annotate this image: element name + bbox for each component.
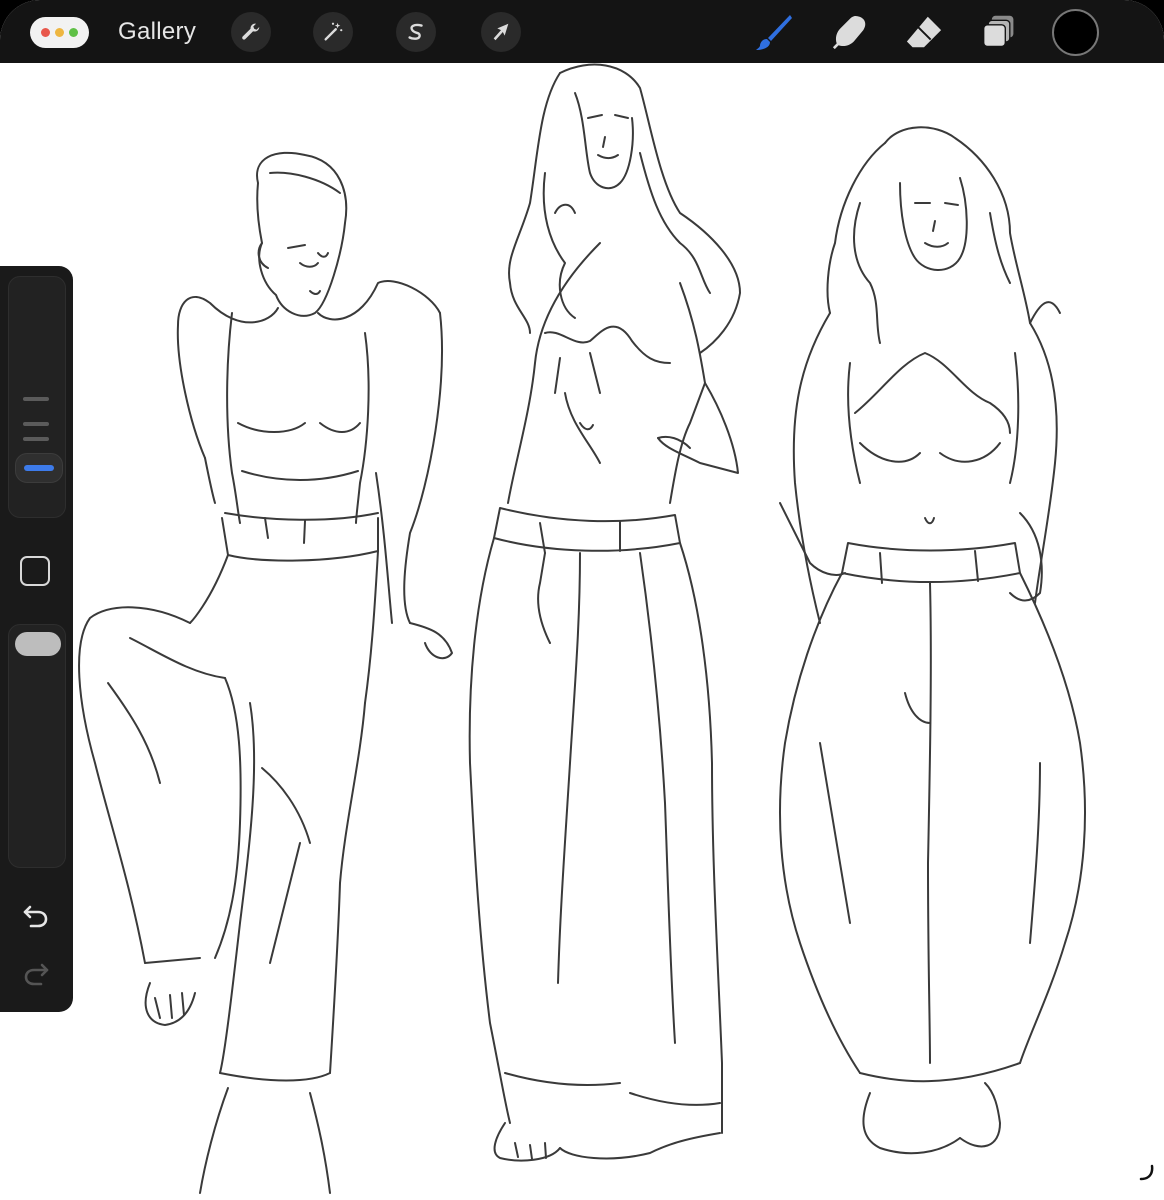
- layers-button[interactable]: [977, 10, 1021, 54]
- drawing-canvas[interactable]: [0, 63, 1164, 1200]
- smudge-button[interactable]: [828, 10, 872, 54]
- brush-button[interactable]: [752, 10, 796, 54]
- zoom-dot[interactable]: [69, 28, 78, 37]
- actions-button[interactable]: [231, 12, 271, 52]
- slider-tick: [23, 397, 49, 401]
- left-sidebar: [0, 266, 73, 1012]
- color-picker-button[interactable]: [1052, 9, 1099, 56]
- close-dot[interactable]: [41, 28, 50, 37]
- undo-icon[interactable]: [21, 900, 51, 930]
- square-modify-icon[interactable]: [20, 556, 50, 586]
- app-window: Gallery: [0, 0, 1164, 1200]
- gallery-button[interactable]: Gallery: [118, 17, 196, 47]
- magic-wand-icon: [324, 22, 343, 41]
- eraser-icon: [906, 16, 942, 48]
- brush-icon: [756, 15, 792, 50]
- redo-icon[interactable]: [21, 958, 51, 988]
- selection-button[interactable]: [396, 12, 436, 52]
- eraser-button[interactable]: [902, 10, 946, 54]
- adjustments-button[interactable]: [313, 12, 353, 52]
- layers-icon: [983, 15, 1014, 48]
- slider-tick: [23, 437, 49, 441]
- opacity-slider[interactable]: [8, 624, 66, 868]
- brush-size-thumb[interactable]: [15, 453, 63, 483]
- opacity-thumb[interactable]: [15, 632, 61, 656]
- transform-button[interactable]: [481, 12, 521, 52]
- selection-s-icon: [408, 23, 423, 40]
- wrench-icon: [242, 23, 260, 40]
- smudge-finger-icon: [832, 15, 866, 50]
- top-toolbar: Gallery: [0, 0, 1164, 63]
- resize-corner-icon: [1139, 1164, 1154, 1181]
- brush-size-slider[interactable]: [8, 276, 66, 518]
- window-controls[interactable]: [30, 17, 89, 48]
- arrow-cursor-icon: [493, 23, 509, 41]
- slider-tick: [23, 422, 49, 426]
- minimize-dot[interactable]: [55, 28, 64, 37]
